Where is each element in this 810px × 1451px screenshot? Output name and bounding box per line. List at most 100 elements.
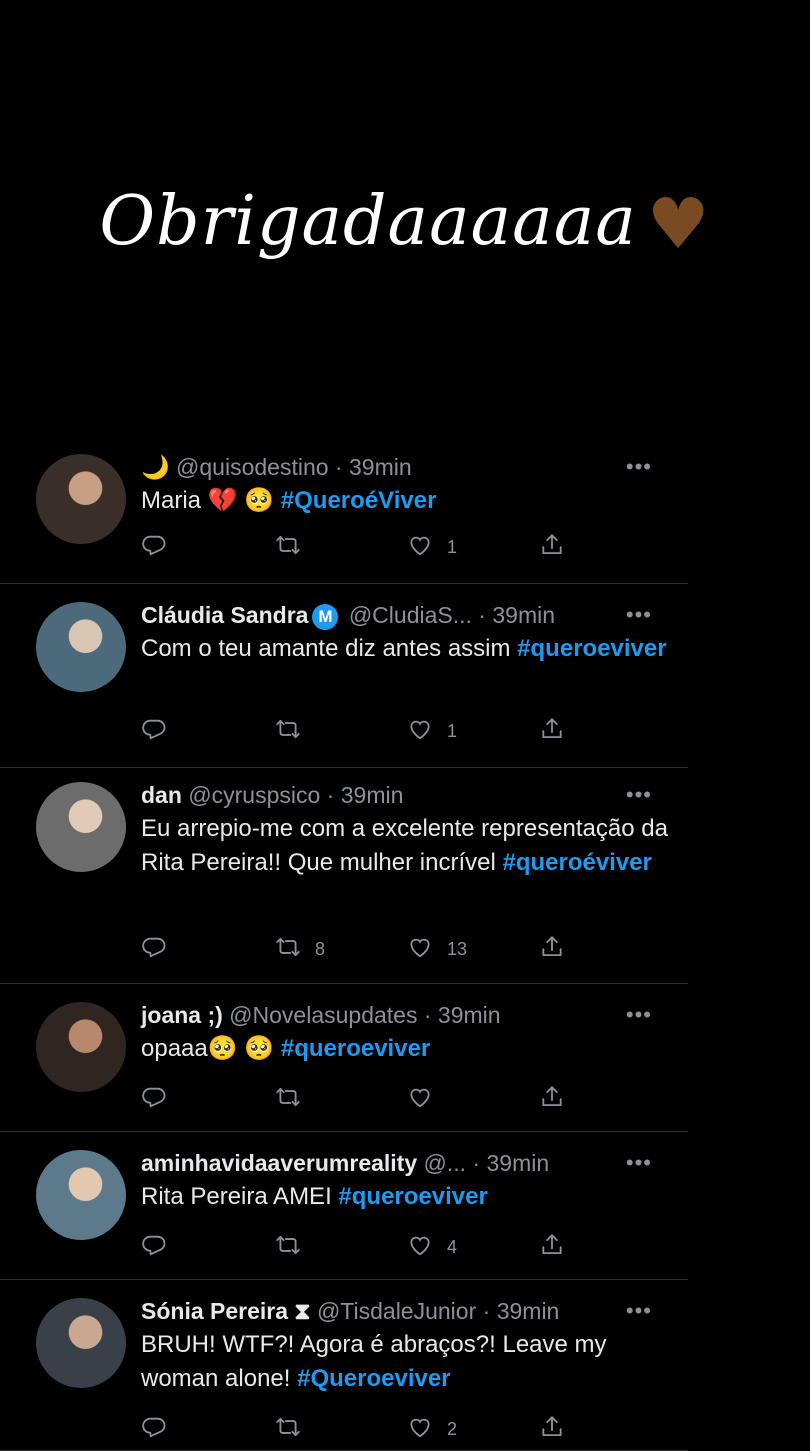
- tweet-body: joana ;) @Novelasupdates · 39min ••• opa…: [141, 1000, 688, 1066]
- like-button[interactable]: 2: [407, 1414, 457, 1445]
- tweet-text: BRUH! WTF?! Agora é abraços?! Leave my w…: [141, 1328, 688, 1396]
- handle[interactable]: @TisdaleJunior: [317, 1298, 476, 1324]
- share-button[interactable]: [539, 1084, 565, 1115]
- handle[interactable]: @cyruspsico: [188, 782, 320, 808]
- heart-icon: [407, 532, 433, 563]
- verified-badge-icon: M: [312, 604, 339, 630]
- reply-button[interactable]: [141, 1232, 181, 1263]
- retweet-button[interactable]: [275, 716, 315, 747]
- tweet-actions: 1: [141, 532, 688, 562]
- like-button[interactable]: 13: [407, 934, 467, 965]
- separator: ·: [320, 782, 341, 808]
- like-count: 1: [447, 721, 458, 741]
- hashtag-link[interactable]: #queroéviver: [502, 849, 651, 876]
- tweet[interactable]: aminhavidaaverumreality @... · 39min •••…: [0, 1132, 688, 1280]
- retweet-button[interactable]: [275, 1232, 315, 1263]
- handle[interactable]: @CludiaS...: [349, 602, 472, 628]
- handle[interactable]: @Novelasupdates: [229, 1002, 417, 1028]
- more-options-icon[interactable]: •••: [626, 1296, 652, 1326]
- more-options-icon[interactable]: •••: [626, 780, 652, 810]
- reply-button[interactable]: [141, 532, 181, 563]
- tweet-text: opaaa🥺 🥺 #queroeviver: [141, 1032, 688, 1066]
- avatar[interactable]: [36, 1298, 126, 1388]
- tweet-text: Eu arrepio-me com a excelente representa…: [141, 812, 688, 880]
- separator: ·: [417, 1002, 438, 1028]
- display-name[interactable]: aminhavidaaverumreality: [141, 1150, 417, 1176]
- avatar[interactable]: [36, 1002, 126, 1092]
- avatar[interactable]: [36, 602, 126, 692]
- story-caption: Obrigadaaaaaa ♥: [0, 182, 810, 265]
- share-button[interactable]: [539, 716, 565, 747]
- retweet-button[interactable]: [275, 1084, 315, 1115]
- separator: ·: [471, 602, 493, 628]
- tweet-header: joana ;) @Novelasupdates · 39min •••: [141, 1000, 688, 1030]
- tweet[interactable]: Cláudia Sandra M @CludiaS... · 39min ••• …: [0, 584, 688, 768]
- retweet-icon: [275, 532, 301, 563]
- tweet-actions: 4: [141, 1232, 688, 1262]
- like-button[interactable]: 4: [407, 1232, 457, 1263]
- display-name[interactable]: dan: [141, 782, 182, 808]
- display-name[interactable]: Cláudia Sandra: [141, 602, 308, 628]
- handle[interactable]: @quisodestino: [176, 454, 329, 480]
- more-options-icon[interactable]: •••: [626, 600, 652, 630]
- display-name[interactable]: 🌙: [141, 454, 170, 480]
- like-button[interactable]: [407, 1084, 447, 1115]
- tweet-text-segment: Rita Pereira AMEI: [141, 1183, 339, 1210]
- hashtag-link[interactable]: #queroeviver: [338, 1183, 487, 1210]
- heart-icon: [407, 934, 433, 965]
- tweet-body: Cláudia Sandra M @CludiaS... · 39min ••• …: [141, 600, 688, 666]
- timestamp[interactable]: 39min: [492, 602, 555, 628]
- like-button[interactable]: 1: [407, 532, 457, 563]
- share-icon: [539, 934, 565, 965]
- share-button[interactable]: [539, 934, 565, 965]
- tweet-text: Com o teu amante diz antes assim #queroe…: [141, 632, 688, 666]
- like-button[interactable]: 1: [407, 716, 457, 747]
- tweet[interactable]: dan @cyruspsico · 39min ••• Eu arrepio-m…: [0, 768, 688, 984]
- hashtag-link[interactable]: #Queroeviver: [297, 1365, 450, 1392]
- reply-button[interactable]: [141, 716, 181, 747]
- more-options-icon[interactable]: •••: [626, 1000, 652, 1030]
- avatar[interactable]: [36, 782, 126, 872]
- handle[interactable]: @...: [424, 1150, 467, 1176]
- hashtag-link[interactable]: #queroeviver: [517, 635, 666, 662]
- tweet-actions: 1: [141, 716, 688, 746]
- hashtag-link[interactable]: #queroeviver: [281, 1035, 430, 1062]
- display-name[interactable]: Sónia Pereira ⧗: [141, 1298, 311, 1324]
- timestamp[interactable]: 39min: [341, 782, 404, 808]
- reply-icon: [141, 1084, 167, 1115]
- tweet-header: Sónia Pereira ⧗ @TisdaleJunior · 39min •…: [141, 1296, 688, 1326]
- tweet-header: dan @cyruspsico · 39min •••: [141, 780, 688, 810]
- reply-icon: [141, 1414, 167, 1445]
- timestamp[interactable]: 39min: [349, 454, 412, 480]
- tweet-header: aminhavidaaverumreality @... · 39min •••: [141, 1148, 688, 1178]
- avatar[interactable]: [36, 1150, 126, 1240]
- tweet-body: aminhavidaaverumreality @... · 39min •••…: [141, 1148, 688, 1214]
- share-button[interactable]: [539, 1232, 565, 1263]
- retweet-icon: [275, 1084, 301, 1115]
- timestamp[interactable]: 39min: [497, 1298, 560, 1324]
- tweet-text: Maria 💔 🥺 #QueroéViver: [141, 484, 688, 518]
- timestamp[interactable]: 39min: [438, 1002, 501, 1028]
- hashtag-link[interactable]: #QueroéViver: [281, 487, 437, 514]
- tweet[interactable]: joana ;) @Novelasupdates · 39min ••• opa…: [0, 984, 688, 1132]
- avatar[interactable]: [36, 454, 126, 544]
- tweet-body: dan @cyruspsico · 39min ••• Eu arrepio-m…: [141, 780, 688, 880]
- reply-button[interactable]: [141, 1084, 181, 1115]
- share-button[interactable]: [539, 532, 565, 563]
- reply-button[interactable]: [141, 1414, 181, 1445]
- display-name[interactable]: joana ;): [141, 1002, 223, 1028]
- reply-icon: [141, 532, 167, 563]
- story-caption-text: Obrigadaaaaaa: [99, 182, 637, 261]
- retweet-button[interactable]: [275, 1414, 315, 1445]
- share-button[interactable]: [539, 1414, 565, 1445]
- more-options-icon[interactable]: •••: [626, 1148, 652, 1178]
- more-options-icon[interactable]: •••: [626, 452, 652, 482]
- timestamp[interactable]: 39min: [487, 1150, 550, 1176]
- share-icon: [539, 1084, 565, 1115]
- like-count: 13: [447, 939, 468, 959]
- retweet-button[interactable]: 8: [275, 934, 325, 965]
- retweet-button[interactable]: [275, 532, 315, 563]
- tweet[interactable]: Sónia Pereira ⧗ @TisdaleJunior · 39min •…: [0, 1280, 688, 1451]
- tweet[interactable]: 🌙 @quisodestino · 39min ••• Maria 💔 🥺 #Q…: [0, 440, 688, 584]
- reply-button[interactable]: [141, 934, 181, 965]
